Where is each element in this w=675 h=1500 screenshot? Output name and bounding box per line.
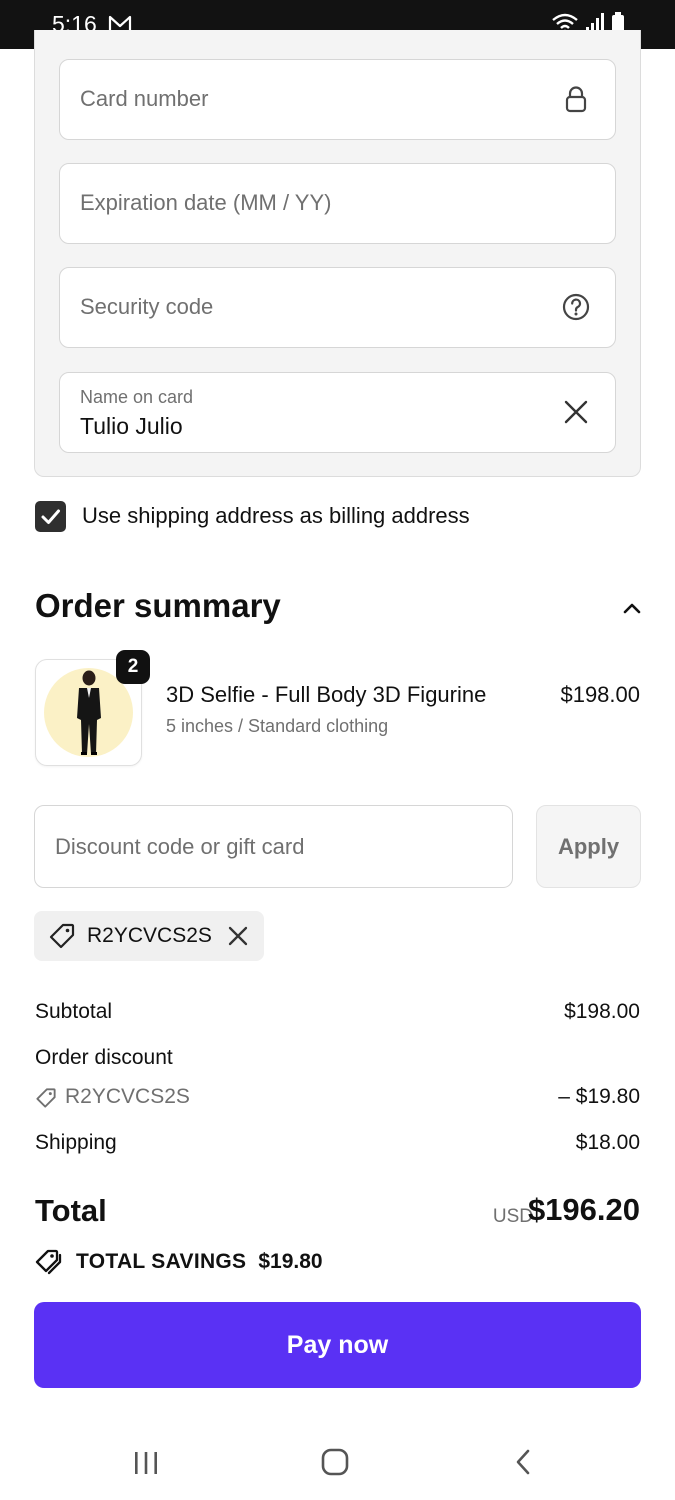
- discount-value: – $19.80: [558, 1085, 640, 1108]
- lock-icon: [565, 86, 587, 113]
- expiration-date-field[interactable]: Expiration date (MM / YY): [59, 163, 616, 244]
- subtotal-value: $198.00: [564, 1000, 640, 1023]
- applied-code-chip: R2YCVCS2S: [34, 911, 264, 961]
- system-nav-bar: [0, 1428, 675, 1500]
- order-summary-title: Order summary: [35, 587, 281, 624]
- applied-code-text: R2YCVCS2S: [87, 924, 212, 947]
- billing-same-label[interactable]: Use shipping address as billing address: [82, 503, 470, 529]
- tag-icon: [49, 923, 75, 949]
- discount-code-field[interactable]: [34, 805, 513, 888]
- card-number-field[interactable]: Card number: [59, 59, 616, 140]
- chevron-up-icon[interactable]: [620, 598, 644, 618]
- security-code-field[interactable]: Security code: [59, 267, 616, 348]
- discount-tag-icon: [36, 1088, 56, 1108]
- savings-label: TOTAL SAVINGS: [76, 1249, 247, 1273]
- product-price: $198.00: [560, 682, 640, 707]
- help-circle-icon[interactable]: [561, 292, 591, 322]
- home-icon[interactable]: [321, 1448, 349, 1476]
- back-icon[interactable]: [513, 1448, 533, 1476]
- figurine-image: [77, 670, 101, 755]
- name-on-card-value: Tulio Julio: [80, 413, 183, 439]
- billing-same-checkbox[interactable]: [35, 501, 66, 532]
- order-discount-label: Order discount: [35, 1046, 173, 1069]
- card-number-placeholder: Card number: [80, 86, 209, 111]
- shipping-value: $18.00: [575, 1131, 640, 1154]
- product-name: 3D Selfie - Full Body 3D Figurine: [166, 682, 487, 707]
- quantity-badge: 2: [116, 650, 150, 684]
- total-value: $196.20: [527, 1192, 640, 1227]
- security-code-placeholder: Security code: [80, 294, 214, 319]
- shipping-label: Shipping: [35, 1131, 117, 1154]
- discount-code-line: R2YCVCS2S: [65, 1085, 190, 1108]
- apply-button[interactable]: Apply: [536, 805, 641, 888]
- product-variant: 5 inches / Standard clothing: [166, 716, 389, 736]
- recent-apps-icon[interactable]: [133, 1450, 159, 1476]
- checkmark-icon: [41, 509, 60, 524]
- pay-now-button[interactable]: Pay now: [34, 1302, 641, 1388]
- clear-icon[interactable]: [561, 397, 591, 427]
- expiration-date-placeholder: Expiration date (MM / YY): [80, 190, 332, 215]
- remove-code-icon[interactable]: [227, 925, 249, 947]
- name-on-card-field[interactable]: Name on card Tulio Julio: [59, 372, 616, 453]
- discount-code-input[interactable]: [35, 806, 512, 887]
- savings-tag-icon: [35, 1249, 62, 1275]
- total-label: Total: [35, 1193, 107, 1228]
- total-savings: TOTAL SAVINGS $19.80: [35, 1248, 323, 1275]
- savings-value: $19.80: [258, 1249, 323, 1273]
- name-on-card-label: Name on card: [80, 387, 194, 407]
- subtotal-label: Subtotal: [35, 1000, 113, 1023]
